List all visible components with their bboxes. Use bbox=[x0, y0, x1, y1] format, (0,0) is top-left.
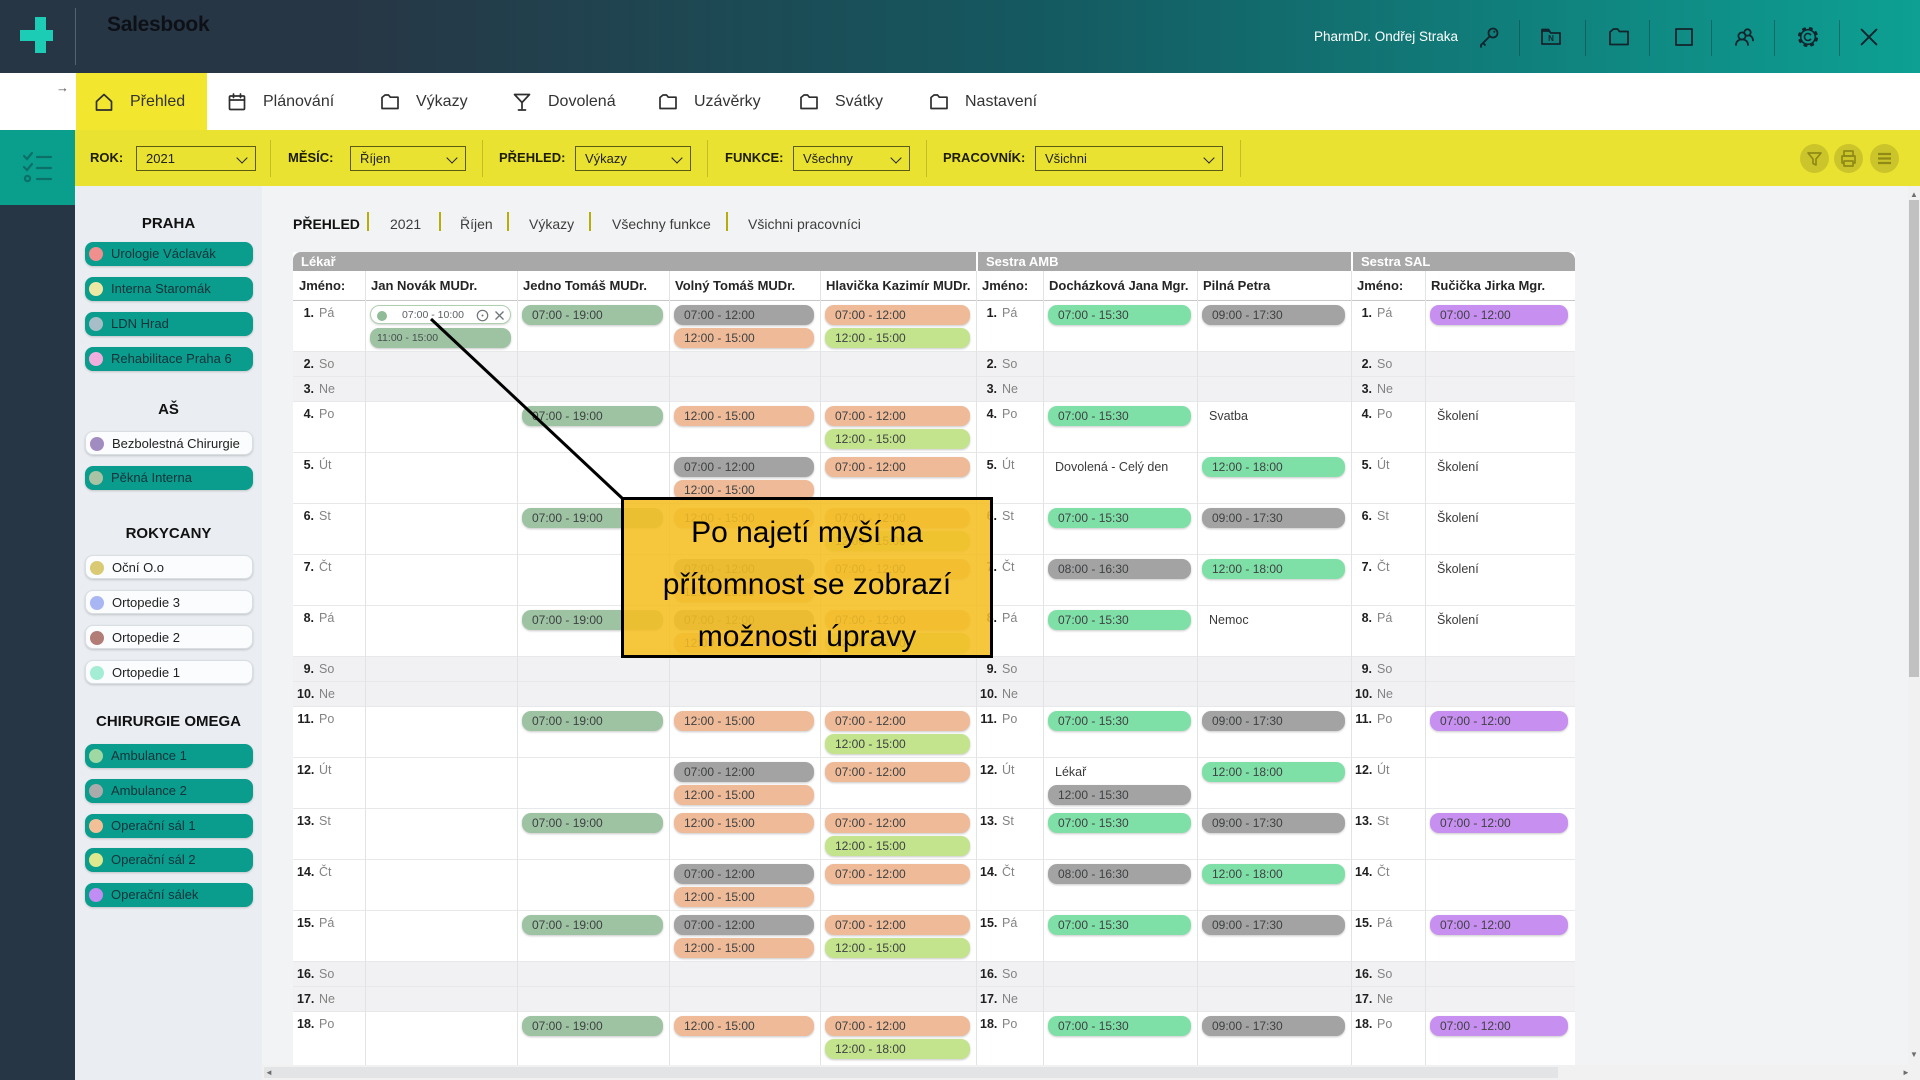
svg-text:N: N bbox=[1548, 34, 1554, 43]
